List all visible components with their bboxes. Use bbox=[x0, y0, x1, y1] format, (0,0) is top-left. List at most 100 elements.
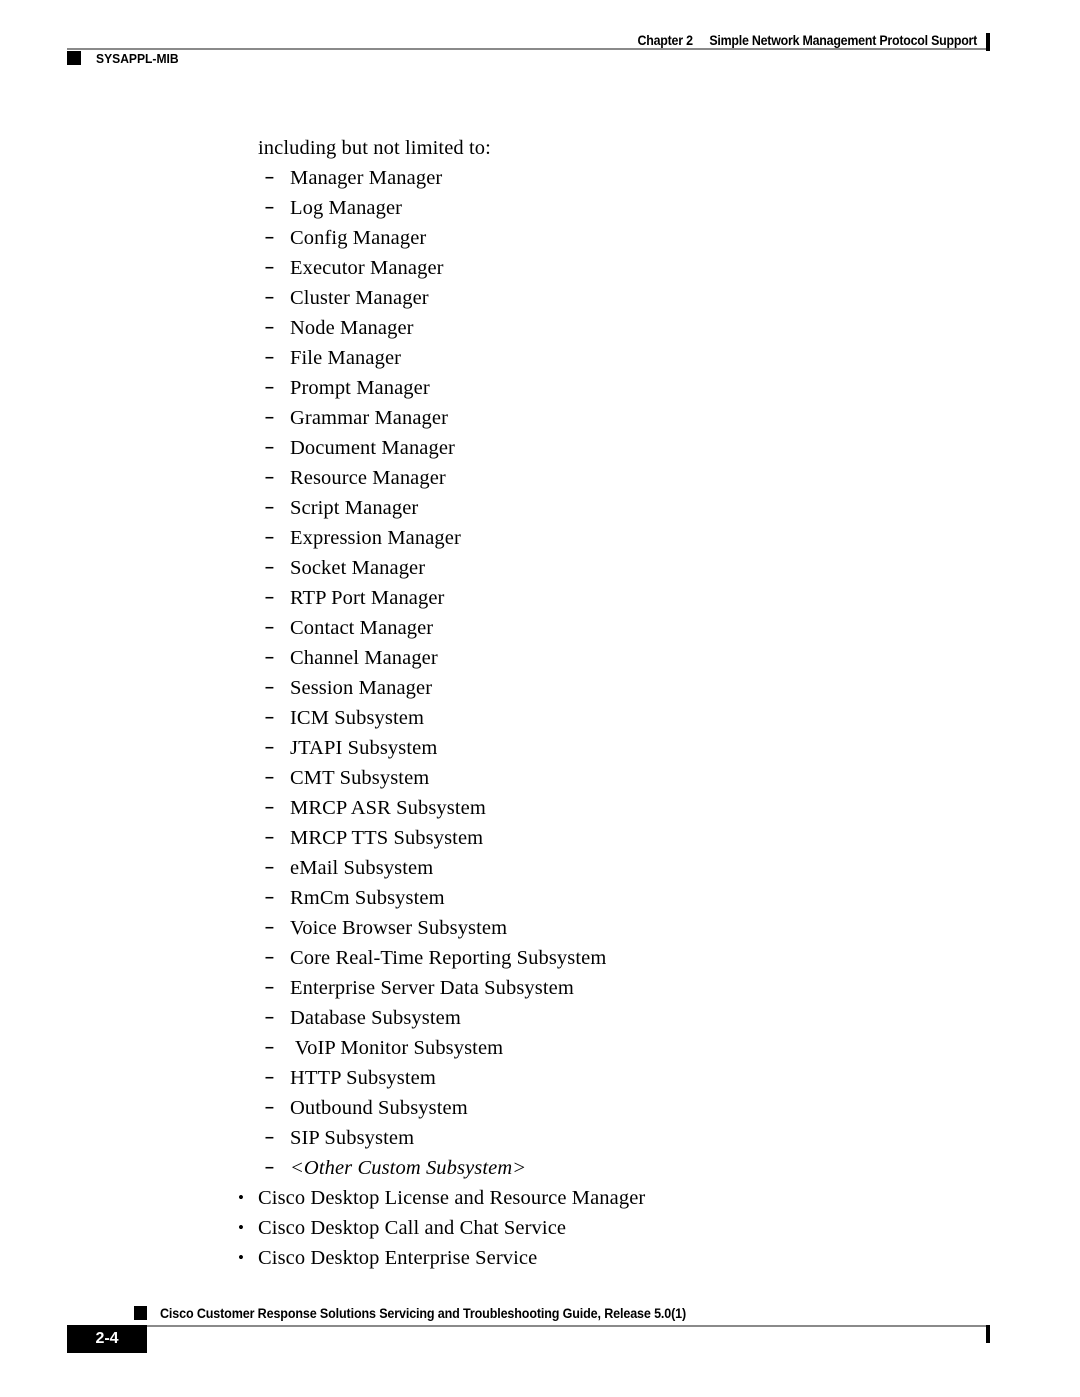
list-item: – MRCP TTS Subsystem bbox=[265, 823, 1080, 853]
dash-marker-icon: – bbox=[265, 859, 274, 876]
footer-rule bbox=[67, 1325, 990, 1327]
service-bullet-list: • Cisco Desktop License and Resource Mana… bbox=[0, 1183, 1080, 1273]
dash-marker-icon: – bbox=[265, 259, 274, 276]
list-item: – ICM Subsystem bbox=[265, 703, 1080, 733]
list-item-label: <Other Custom Subsystem> bbox=[290, 1157, 527, 1179]
list-item: – Voice Browser Subsystem bbox=[265, 913, 1080, 943]
list-item-label: Script Manager bbox=[290, 497, 419, 519]
dash-marker-icon: – bbox=[265, 1159, 274, 1176]
dash-marker-icon: – bbox=[265, 319, 274, 336]
list-item: – Outbound Subsystem bbox=[265, 1093, 1080, 1123]
list-item: – Database Subsystem bbox=[265, 1003, 1080, 1033]
list-item: – File Manager bbox=[265, 343, 1080, 373]
list-item: • Cisco Desktop Call and Chat Service bbox=[238, 1213, 1080, 1243]
dash-marker-icon: – bbox=[265, 499, 274, 516]
list-item-label: SIP Subsystem bbox=[290, 1127, 415, 1149]
list-item-label: Contact Manager bbox=[290, 617, 434, 639]
header-section-label: SYSAPPL-MIB bbox=[96, 51, 179, 66]
list-item-label: eMail Subsystem bbox=[290, 857, 434, 879]
page-header: Chapter 2 Simple Network Management Proto… bbox=[0, 0, 1080, 80]
dash-marker-icon: – bbox=[265, 289, 274, 306]
list-item: – Document Manager bbox=[265, 433, 1080, 463]
dash-marker-icon: – bbox=[265, 1099, 274, 1116]
list-item: – CMT Subsystem bbox=[265, 763, 1080, 793]
list-item-label: MRCP ASR Subsystem bbox=[290, 797, 486, 819]
list-item: – Session Manager bbox=[265, 673, 1080, 703]
list-item: – RTP Port Manager bbox=[265, 583, 1080, 613]
list-item: – RmCm Subsystem bbox=[265, 883, 1080, 913]
list-item-label: Document Manager bbox=[290, 437, 455, 459]
dash-marker-icon: – bbox=[265, 559, 274, 576]
list-item-label: MRCP TTS Subsystem bbox=[290, 827, 484, 849]
list-item: – Executor Manager bbox=[265, 253, 1080, 283]
dash-marker-icon: – bbox=[265, 979, 274, 996]
list-item: – Config Manager bbox=[265, 223, 1080, 253]
dash-marker-icon: – bbox=[265, 709, 274, 726]
list-item: – MRCP ASR Subsystem bbox=[265, 793, 1080, 823]
header-chapter-title: Simple Network Management Protocol Suppo… bbox=[709, 33, 977, 48]
list-item: – HTTP Subsystem bbox=[265, 1063, 1080, 1093]
list-item-label: Grammar Manager bbox=[290, 407, 449, 429]
list-item: – Enterprise Server Data Subsystem bbox=[265, 973, 1080, 1003]
list-item-label: File Manager bbox=[290, 347, 402, 369]
list-item: – VoIP Monitor Subsystem bbox=[265, 1033, 1080, 1063]
list-item: – Manager Manager bbox=[265, 163, 1080, 193]
dash-marker-icon: – bbox=[265, 379, 274, 396]
list-item-label: CMT Subsystem bbox=[290, 767, 430, 789]
list-item-label: RTP Port Manager bbox=[290, 587, 445, 609]
list-item-label: Channel Manager bbox=[290, 647, 438, 669]
section-square-icon bbox=[67, 51, 81, 65]
dash-marker-icon: – bbox=[265, 769, 274, 786]
list-item-label: Cisco Desktop Enterprise Service bbox=[258, 1247, 538, 1269]
bullet-marker-icon: • bbox=[238, 1218, 245, 1237]
document-page: Chapter 2 Simple Network Management Proto… bbox=[0, 0, 1080, 1397]
dash-marker-icon: – bbox=[265, 619, 274, 636]
list-item: – Contact Manager bbox=[265, 613, 1080, 643]
list-item: • Cisco Desktop Enterprise Service bbox=[238, 1243, 1080, 1273]
list-item-label: Prompt Manager bbox=[290, 377, 430, 399]
dash-marker-icon: – bbox=[265, 949, 274, 966]
list-item: – Cluster Manager bbox=[265, 283, 1080, 313]
header-chapter-label: Chapter 2 bbox=[637, 33, 693, 48]
list-item: – Channel Manager bbox=[265, 643, 1080, 673]
dash-marker-icon: – bbox=[265, 1039, 274, 1056]
footer-square-icon bbox=[134, 1306, 147, 1320]
dash-marker-icon: – bbox=[265, 889, 274, 906]
dash-marker-icon: – bbox=[265, 1129, 274, 1146]
list-item-label: Expression Manager bbox=[290, 527, 461, 549]
list-item: – Core Real-Time Reporting Subsystem bbox=[265, 943, 1080, 973]
list-item-label: Cisco Desktop License and Resource Manag… bbox=[258, 1187, 646, 1209]
list-item-label: Core Real-Time Reporting Subsystem bbox=[290, 947, 607, 969]
dash-marker-icon: – bbox=[265, 529, 274, 546]
list-item-label: Cisco Desktop Call and Chat Service bbox=[258, 1217, 567, 1239]
dash-marker-icon: – bbox=[265, 1069, 274, 1086]
list-item: – Resource Manager bbox=[265, 463, 1080, 493]
list-item: – <Other Custom Subsystem> bbox=[265, 1153, 1080, 1183]
footer-end-tick bbox=[986, 1325, 990, 1343]
footer-document-title: Cisco Customer Response Solutions Servic… bbox=[160, 1306, 687, 1321]
dash-marker-icon: – bbox=[265, 439, 274, 456]
dash-marker-icon: – bbox=[265, 469, 274, 486]
header-end-tick bbox=[986, 33, 990, 51]
bullet-marker-icon: • bbox=[238, 1188, 245, 1207]
list-item: – Expression Manager bbox=[265, 523, 1080, 553]
list-item-label: Enterprise Server Data Subsystem bbox=[290, 977, 574, 999]
list-item: – JTAPI Subsystem bbox=[265, 733, 1080, 763]
list-item-label: VoIP Monitor Subsystem bbox=[290, 1037, 504, 1059]
dash-marker-icon: – bbox=[265, 799, 274, 816]
list-item-label: Executor Manager bbox=[290, 257, 444, 279]
dash-marker-icon: – bbox=[265, 1009, 274, 1026]
list-item-label: JTAPI Subsystem bbox=[290, 737, 438, 759]
list-item-label: HTTP Subsystem bbox=[290, 1067, 436, 1089]
page-number: 2-4 bbox=[95, 1330, 119, 1347]
header-rule bbox=[67, 48, 990, 50]
page-content: including but not limited to: – Manager M… bbox=[0, 133, 1080, 1273]
dash-marker-icon: – bbox=[265, 229, 274, 246]
header-chapter-line: Chapter 2 Simple Network Management Proto… bbox=[637, 33, 977, 48]
list-item-label: Log Manager bbox=[290, 197, 403, 219]
list-item-label: Outbound Subsystem bbox=[290, 1097, 468, 1119]
dash-marker-icon: – bbox=[265, 649, 274, 666]
list-item-label: Resource Manager bbox=[290, 467, 446, 489]
dash-marker-icon: – bbox=[265, 409, 274, 426]
dash-marker-icon: – bbox=[265, 589, 274, 606]
